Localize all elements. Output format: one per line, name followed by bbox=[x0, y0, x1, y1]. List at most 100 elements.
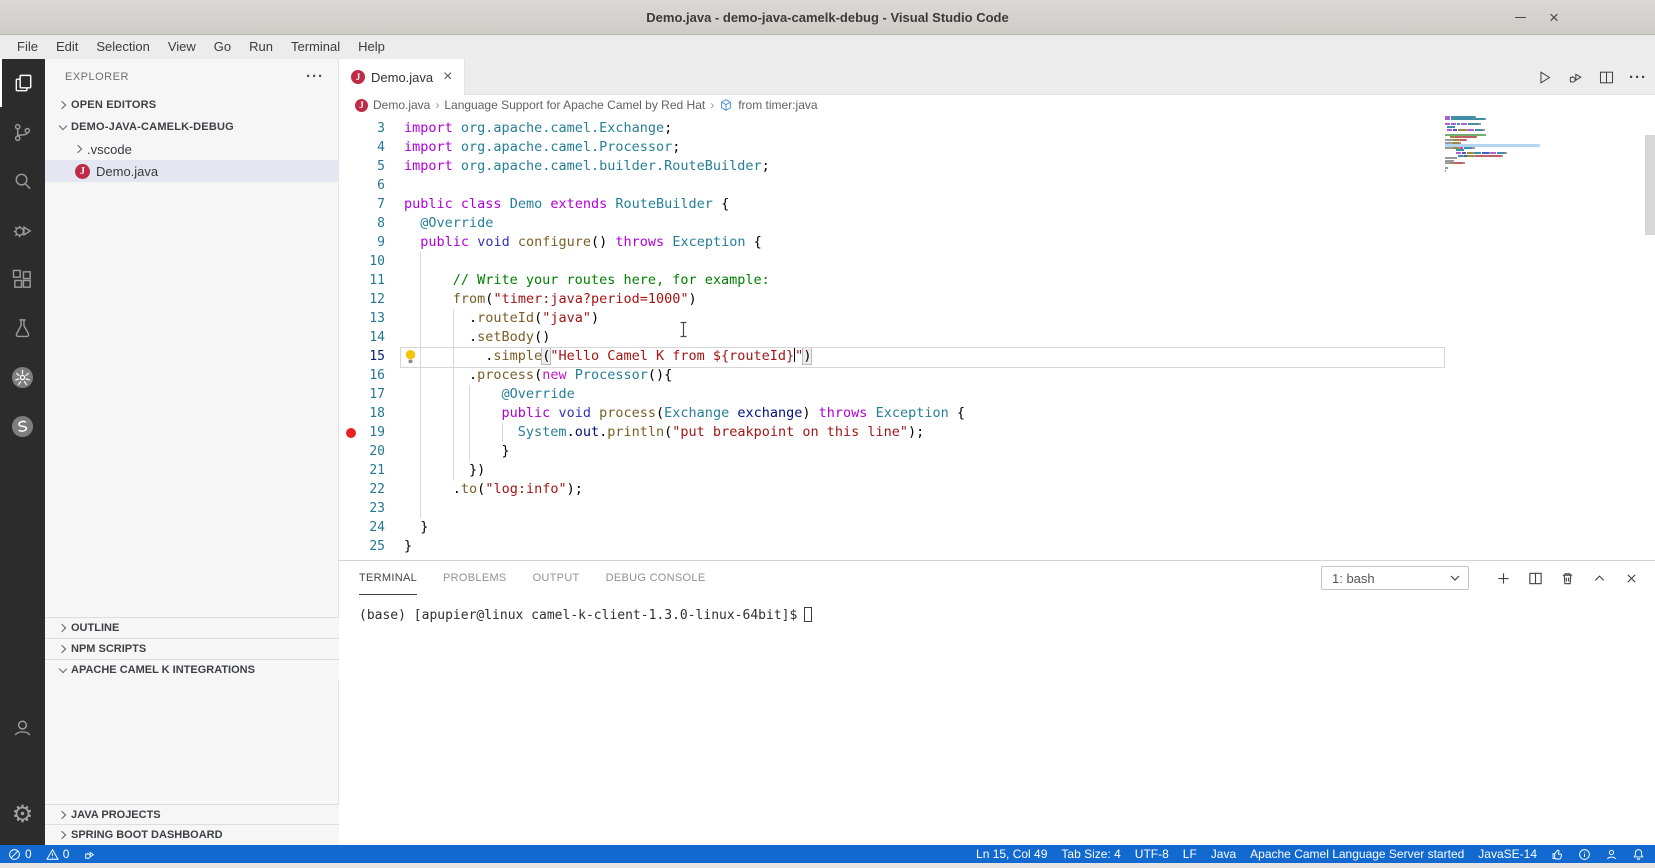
line-number[interactable]: 15 bbox=[339, 347, 385, 366]
encoding[interactable]: UTF-8 bbox=[1135, 847, 1169, 861]
menu-edit[interactable]: Edit bbox=[47, 35, 87, 59]
maximize-panel-icon[interactable] bbox=[1592, 571, 1607, 586]
line-number[interactable]: 25 bbox=[339, 537, 385, 556]
info-icon[interactable] bbox=[1578, 848, 1591, 861]
section-java-projects[interactable]: JAVA PROJECTS bbox=[45, 804, 339, 825]
run-button[interactable] bbox=[1536, 69, 1553, 86]
code-editor[interactable]: 3 import org.apache.camel.Exchange; 4 impor… bbox=[339, 115, 1655, 560]
close-button[interactable]: × bbox=[1541, 0, 1567, 35]
code-line-9[interactable]: 9 public void configure() throws Excepti… bbox=[339, 233, 1655, 252]
menu-file[interactable]: File bbox=[8, 35, 47, 59]
test-flask-icon[interactable] bbox=[0, 304, 45, 352]
section-outline[interactable]: OUTLINE bbox=[45, 617, 339, 638]
code-line-17[interactable]: 17 @Override bbox=[339, 385, 1655, 404]
warnings-indicator[interactable]: 0 bbox=[45, 847, 69, 861]
run-debug-icon[interactable] bbox=[0, 206, 45, 254]
notifications-bell-icon[interactable] bbox=[1632, 848, 1645, 861]
split-terminal-button[interactable] bbox=[1528, 571, 1543, 586]
minimize-button[interactable] bbox=[1507, 0, 1533, 35]
code-line-8[interactable]: 8 @Override bbox=[339, 214, 1655, 233]
feedback-person-icon[interactable] bbox=[1605, 848, 1618, 861]
code-line-20[interactable]: 20 } bbox=[339, 442, 1655, 461]
line-number[interactable]: 3 bbox=[339, 119, 385, 138]
java-runtime[interactable]: JavaSE-14 bbox=[1478, 847, 1537, 861]
menu-terminal[interactable]: Terminal bbox=[282, 35, 349, 59]
code-line-14[interactable]: 14 .setBody() bbox=[339, 328, 1655, 347]
close-panel-icon[interactable] bbox=[1624, 571, 1639, 586]
line-number[interactable]: 14 bbox=[339, 328, 385, 347]
split-editor-button[interactable] bbox=[1598, 69, 1615, 86]
camel-language-server-status[interactable]: Apache Camel Language Server started bbox=[1250, 847, 1464, 861]
code-line-19[interactable]: 19 System.out.println("put breakpoint on… bbox=[339, 423, 1655, 442]
breadcrumb-symbol-owner[interactable]: Language Support for Apache Camel by Red… bbox=[444, 98, 705, 112]
sidebar-more-actions[interactable]: ··· bbox=[306, 68, 324, 85]
more-actions-button[interactable]: ··· bbox=[1629, 69, 1647, 86]
tab-debug-console[interactable]: DEBUG CONSOLE bbox=[606, 561, 706, 595]
breakpoint-icon[interactable] bbox=[346, 427, 356, 438]
section-spring-boot-dashboard[interactable]: SPRING BOOT DASHBOARD bbox=[45, 824, 339, 845]
code-line-13[interactable]: 13 .routeId("java") bbox=[339, 309, 1655, 328]
line-number[interactable]: 5 bbox=[339, 157, 385, 176]
errors-indicator[interactable]: 0 bbox=[8, 847, 32, 861]
debug-run-button[interactable] bbox=[1567, 69, 1584, 86]
menu-go[interactable]: Go bbox=[205, 35, 240, 59]
tab-size[interactable]: Tab Size: 4 bbox=[1061, 847, 1120, 861]
breadcrumb-file[interactable]: Demo.java bbox=[373, 98, 430, 112]
line-number[interactable]: 6 bbox=[339, 176, 385, 195]
menu-selection[interactable]: Selection bbox=[87, 35, 158, 59]
code-line-18[interactable]: 18 public void process(Exchange exchange… bbox=[339, 404, 1655, 423]
code-line-24[interactable]: 24 } bbox=[339, 518, 1655, 537]
line-number[interactable]: 9 bbox=[339, 233, 385, 252]
code-line-12[interactable]: 12 from("timer:java?period=1000") bbox=[339, 290, 1655, 309]
section-npm-scripts[interactable]: NPM SCRIPTS bbox=[45, 638, 339, 659]
code-line-10[interactable]: 10 bbox=[339, 252, 1655, 271]
shell-selector[interactable]: 1: bash bbox=[1321, 566, 1469, 590]
code-line-21[interactable]: 21 }) bbox=[339, 461, 1655, 480]
source-control-icon[interactable] bbox=[0, 108, 45, 156]
tab-problems[interactable]: PROBLEMS bbox=[443, 561, 507, 595]
file-demo-java[interactable]: J Demo.java bbox=[45, 160, 338, 182]
tab-demo-java[interactable]: J Demo.java × bbox=[339, 59, 466, 95]
settings-gear-icon[interactable]: ⚙ bbox=[0, 791, 45, 839]
code-line-7[interactable]: 7 public class Demo extends RouteBuilder … bbox=[339, 195, 1655, 214]
code-line-22[interactable]: 22 .to("log:info"); bbox=[339, 480, 1655, 499]
line-number[interactable]: 11 bbox=[339, 271, 385, 290]
line-number[interactable]: 8 bbox=[339, 214, 385, 233]
terminal-output[interactable]: (base) [apupier@linux camel-k-client-1.3… bbox=[339, 595, 1655, 623]
line-number[interactable]: 13 bbox=[339, 309, 385, 328]
line-number[interactable]: 16 bbox=[339, 366, 385, 385]
eol[interactable]: LF bbox=[1183, 847, 1197, 861]
open-editors-section[interactable]: OPEN EDITORS bbox=[45, 94, 338, 116]
camel-k-extension-icon[interactable] bbox=[0, 402, 45, 450]
account-icon[interactable] bbox=[0, 703, 45, 751]
line-number[interactable]: 10 bbox=[339, 252, 385, 271]
tab-close-icon[interactable]: × bbox=[443, 68, 452, 86]
lightbulb-icon[interactable] bbox=[403, 348, 418, 365]
code-line-16[interactable]: 16 .process(new Processor(){ bbox=[339, 366, 1655, 385]
line-number[interactable]: 21 bbox=[339, 461, 385, 480]
search-icon[interactable] bbox=[0, 157, 45, 205]
extensions-icon[interactable] bbox=[0, 255, 45, 303]
menu-run[interactable]: Run bbox=[240, 35, 282, 59]
code-line-25[interactable]: 25} bbox=[339, 537, 1655, 556]
line-number[interactable]: 24 bbox=[339, 518, 385, 537]
explorer-icon[interactable] bbox=[0, 59, 45, 107]
section-camel-k-integrations[interactable]: APACHE CAMEL K INTEGRATIONS bbox=[45, 659, 339, 680]
cursor-position[interactable]: Ln 15, Col 49 bbox=[976, 847, 1047, 861]
project-root-folder[interactable]: DEMO-JAVA-CAMELK-DEBUG bbox=[45, 116, 338, 138]
line-number[interactable]: 18 bbox=[339, 404, 385, 423]
line-number[interactable]: 4 bbox=[339, 138, 385, 157]
minimap[interactable] bbox=[1445, 115, 1540, 177]
code-line-6[interactable]: 6 bbox=[339, 176, 1655, 195]
vertical-scrollbar[interactable] bbox=[1645, 135, 1655, 235]
line-number[interactable]: 23 bbox=[339, 499, 385, 518]
kubernetes-icon[interactable] bbox=[0, 353, 45, 401]
feedback-thumb-icon[interactable] bbox=[1551, 848, 1564, 861]
breadcrumb-route[interactable]: from timer:java bbox=[738, 98, 817, 112]
tab-output[interactable]: OUTPUT bbox=[533, 561, 580, 595]
code-line-11[interactable]: 11 // Write your routes here, for exampl… bbox=[339, 271, 1655, 290]
new-terminal-button[interactable] bbox=[1496, 571, 1511, 586]
code-line-23[interactable]: 23 bbox=[339, 499, 1655, 518]
menu-help[interactable]: Help bbox=[349, 35, 394, 59]
language-mode[interactable]: Java bbox=[1211, 847, 1236, 861]
